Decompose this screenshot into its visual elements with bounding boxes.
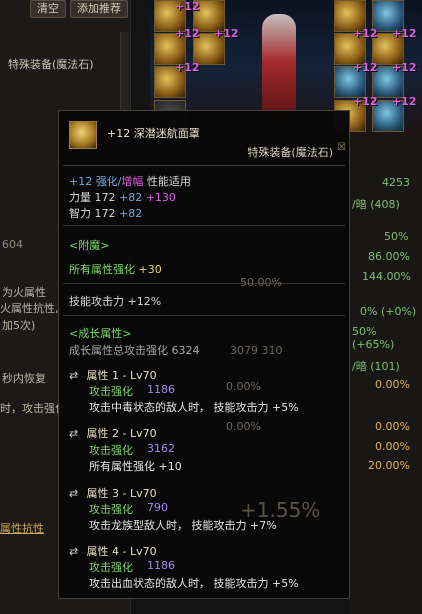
enchant-header: <附魔>: [69, 239, 110, 252]
attribute-atk-value: 3162: [147, 442, 175, 455]
divider: [63, 315, 345, 316]
stat-value: /暗 (101): [352, 360, 400, 373]
shuffle-icon: ⇄: [69, 487, 79, 500]
character-portrait: [262, 14, 296, 120]
clear-button[interactable]: 清空: [30, 0, 66, 18]
enhance-line: +12 强化/增幅 性能适用: [69, 173, 191, 189]
background-faded-text: 0.00%: [226, 420, 261, 433]
attribute-effect: 攻击中毒状态的敌人时， 技能攻击力 +5%: [89, 401, 299, 414]
enhance-level-label: +12: [392, 95, 417, 108]
left-snippet: 加5次): [2, 319, 36, 332]
stat-value: 50% (+65%): [352, 325, 395, 351]
amp-text: 增幅: [121, 175, 144, 188]
stat-value: 0.00%: [375, 440, 410, 453]
stat-value: /暗 (408): [352, 198, 400, 211]
attribute-atk-label: 攻击强化: [89, 385, 133, 398]
attribute-effect: 所有属性强化 +10: [89, 460, 182, 473]
background-faded-text: 0.00%: [226, 380, 261, 393]
background-faded-text: +1.55%: [240, 498, 321, 522]
stat-value: 50%: [384, 230, 409, 243]
attribute-4-title-row: ⇄ 属性 4 - Lv70: [69, 543, 157, 559]
left-snippet: 秒内恢复: [2, 372, 46, 385]
add-recommend-button[interactable]: 添加推荐: [70, 0, 128, 18]
attribute-atk-value: 1186: [147, 559, 175, 572]
skill-atk-line: 技能攻击力 +12%: [69, 295, 162, 308]
enhance-level-label: +12: [175, 61, 200, 74]
attribute-title: 属性 1 - Lv70: [86, 369, 157, 382]
stat-value: 0% (+0%): [360, 305, 417, 318]
enhance-level-label: +12: [175, 0, 200, 13]
attribute-title: 属性 4 - Lv70: [86, 545, 157, 558]
divider: [63, 225, 345, 226]
stat-value: 0.00%: [375, 420, 410, 433]
item-tooltip: +12 深潜迷航面罩 特殊装备(魔法石) ☒ +12 强化/增幅 性能适用 力量…: [58, 110, 350, 599]
lock-icon: ☒: [337, 142, 346, 153]
attribute-3-title-row: ⇄ 属性 3 - Lv70: [69, 485, 157, 501]
growth-total: 成长属性总攻击强化 6324: [69, 344, 200, 357]
enhance-level-label: +12: [175, 27, 200, 40]
stat-value: 20.00%: [368, 459, 410, 472]
left-special-label: 特殊装备(魔法石): [8, 58, 94, 71]
background-faded-text: 50.00%: [240, 276, 282, 289]
tooltip-header: +12 深潜迷航面罩 特殊装备(魔法石) ☒: [59, 111, 349, 166]
stat-value: 144.00%: [362, 270, 411, 283]
left-link[interactable]: 属性抗性: [0, 520, 44, 536]
enhance-suffix: 性能适用: [143, 175, 191, 188]
int-line: 智力 172 +82: [69, 205, 142, 221]
stat-value: 86.00%: [368, 250, 410, 263]
enchant-line: 所有属性强化 +30: [69, 261, 162, 277]
shuffle-icon: ⇄: [69, 427, 79, 440]
enchant-label: 所有属性强化: [69, 263, 139, 276]
attribute-atk-label: 攻击强化: [89, 444, 133, 457]
left-snippet: 604: [2, 238, 23, 251]
item-type: 特殊装备(魔法石): [247, 146, 333, 159]
attribute-title: 属性 2 - Lv70: [86, 427, 157, 440]
enhance-level-label: +12: [392, 61, 417, 74]
divider: [63, 283, 345, 284]
stat-value: 4253: [382, 176, 410, 189]
stat-value: 0.00%: [375, 378, 410, 391]
divider: [63, 165, 345, 166]
str-line: 力量 172 +82 +130: [69, 189, 176, 205]
attribute-atk-label: 攻击强化: [89, 561, 133, 574]
attribute-2-title-row: ⇄ 属性 2 - Lv70: [69, 425, 157, 441]
enhance-level-label: +12: [214, 27, 239, 40]
attribute-effect: 攻击出血状态的敌人时， 技能攻击力 +5%: [89, 577, 299, 590]
int-plus: +82: [119, 207, 143, 220]
int-label: 智力 172: [69, 207, 119, 220]
attribute-title: 属性 3 - Lv70: [86, 487, 157, 500]
mask-item-icon: [69, 121, 97, 149]
left-snippet: 时，攻击强化: [0, 402, 66, 415]
shuffle-icon: ⇄: [69, 369, 79, 382]
str-plus: +82: [119, 191, 143, 204]
enhance-level-label: +12: [353, 61, 378, 74]
enhance-level-label: +12: [353, 95, 378, 108]
enchant-value: +30: [138, 263, 162, 276]
enhance-text: +12 强化/: [69, 175, 122, 188]
left-snippet: 为火属性: [2, 286, 46, 299]
attribute-1-title-row: ⇄ 属性 1 - Lv70: [69, 367, 157, 383]
background-faded-text: 3079 310: [230, 344, 283, 357]
enhance-level-label: +12: [392, 27, 417, 40]
attribute-atk-value: 1186: [147, 383, 175, 396]
enhance-level-label: +12: [353, 27, 378, 40]
shuffle-icon: ⇄: [69, 545, 79, 558]
attribute-atk-value: 790: [147, 501, 168, 514]
str-label: 力量 172: [69, 191, 119, 204]
growth-header: <成长属性>: [69, 327, 132, 340]
left-snippet: 火属性抗性,: [0, 302, 59, 315]
attribute-atk-label: 攻击强化: [89, 503, 133, 516]
item-name: +12 深潜迷航面罩: [107, 127, 200, 140]
str-amp: +130: [142, 191, 176, 204]
